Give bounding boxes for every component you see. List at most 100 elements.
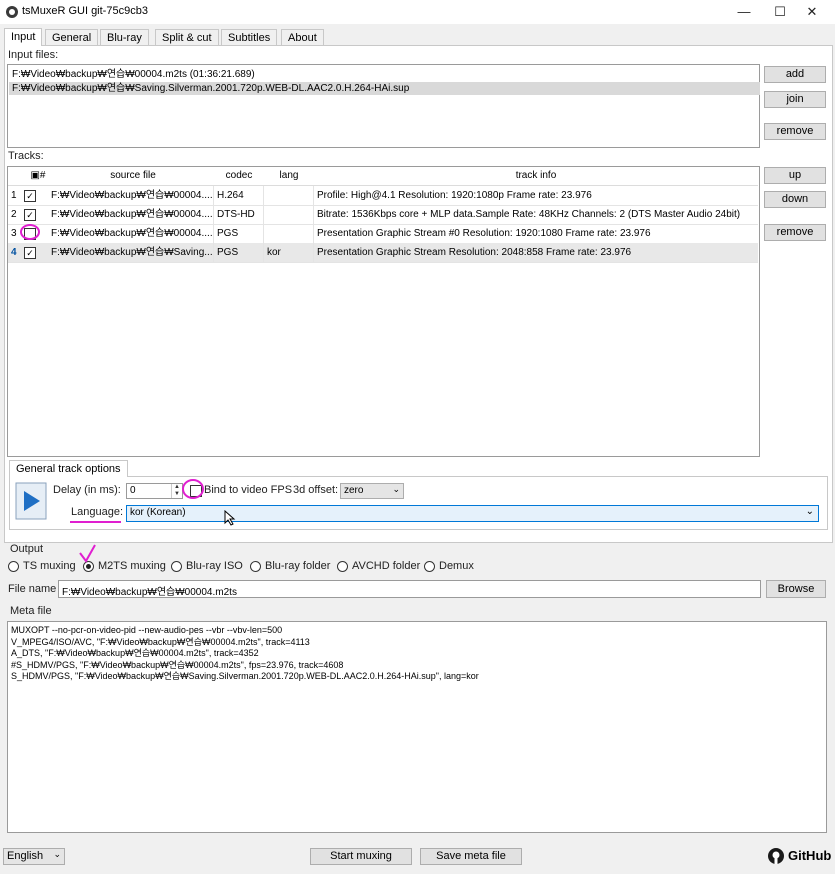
github-link[interactable]: GitHub <box>768 847 832 865</box>
media-file-icon <box>15 482 47 520</box>
delay-input[interactable]: 0 ▲ ▼ <box>126 483 183 499</box>
track-codec: PGS <box>214 224 264 243</box>
file-name-value: F:₩Video₩backup₩연습₩00004.m2ts <box>62 587 237 598</box>
tracks-label: Tracks: <box>8 150 44 162</box>
track-source: F:₩Video₩backup₩연습₩Saving.... <box>48 243 214 262</box>
tab-general-track-options[interactable]: General track options <box>9 460 128 477</box>
meta-line: A_DTS, "F:₩Video₩backup₩연습₩00004.m2ts", … <box>11 648 259 658</box>
start-muxing-button[interactable]: Start muxing <box>310 848 412 865</box>
spinner-arrows-icon[interactable]: ▲ ▼ <box>171 484 182 498</box>
column-header-source[interactable]: source file <box>52 167 215 186</box>
file-name-input[interactable]: F:₩Video₩backup₩연습₩00004.m2ts <box>58 580 761 598</box>
blu-ray-folder-label: Blu-ray folder <box>265 560 331 572</box>
input-files-list[interactable]: F:₩Video₩backup₩연습₩00004.m2ts (01:36:21.… <box>7 64 760 148</box>
add-file-button[interactable]: add <box>764 66 826 83</box>
close-button[interactable]: ✕ <box>789 0 835 24</box>
browse-button[interactable]: Browse <box>766 580 826 598</box>
bind-fps-label: Bind to video FPS <box>204 484 293 496</box>
annotation-checkmark-m2ts <box>79 544 96 563</box>
delay-label: Delay (in ms): <box>53 484 121 496</box>
row-number: 1 <box>11 190 17 201</box>
meta-line: #S_HDMV/PGS, "F:₩Video₩backup₩연습₩00004.m… <box>11 659 344 670</box>
track-up-button[interactable]: up <box>764 167 826 184</box>
remove-file-button[interactable]: remove <box>764 123 826 140</box>
join-file-button[interactable]: join <box>764 91 826 108</box>
offset-select[interactable]: zero ⌄ <box>340 483 404 499</box>
chevron-down-icon: ⌄ <box>392 484 400 494</box>
track-source: F:₩Video₩backup₩연습₩00004.... <box>48 205 214 224</box>
language-value: kor (Korean) <box>130 507 186 518</box>
blu-ray-iso-label: Blu-ray ISO <box>186 560 243 572</box>
title-bar: tsMuxeR GUI git-75c9cb3 — ☐ ✕ <box>0 0 835 24</box>
ts-muxing-radio[interactable] <box>8 561 19 572</box>
column-header-lang[interactable]: lang <box>264 167 315 186</box>
track-remove-button[interactable]: remove <box>764 224 826 241</box>
avchd-folder-label: AVCHD folder <box>352 560 421 572</box>
track-info: Presentation Graphic Stream #0 Resolutio… <box>317 228 651 239</box>
blu-ray-folder-radio[interactable] <box>250 561 261 572</box>
demux-radio[interactable] <box>424 561 435 572</box>
m2ts-muxing-radio[interactable] <box>83 561 94 572</box>
track-options-panel: Delay (in ms): 0 ▲ ▼ Bind to video FPS 3d… <box>9 476 828 530</box>
column-header-codec[interactable]: codec <box>214 167 265 186</box>
save-meta-button[interactable]: Save meta file <box>420 848 522 865</box>
column-header-info[interactable]: track info <box>314 167 758 186</box>
window-title: tsMuxeR GUI git-75c9cb3 <box>22 5 148 17</box>
offset-value: zero <box>344 485 364 496</box>
track-info: Presentation Graphic Stream Resolution: … <box>317 247 632 258</box>
bind-fps-checkbox[interactable] <box>190 485 202 497</box>
input-file-item[interactable]: F:₩Video₩backup₩연습₩Saving.Silverman.2001… <box>9 82 760 95</box>
tab-input[interactable]: Input <box>4 28 43 46</box>
tab-blu-ray[interactable]: Blu-ray <box>100 29 149 46</box>
chevron-down-icon: ⌄ <box>53 849 61 859</box>
track-source: F:₩Video₩backup₩연습₩00004.... <box>48 224 214 243</box>
input-files-label: Input files: <box>8 49 59 61</box>
ts-muxing-label: TS muxing <box>23 560 76 572</box>
github-label: GitHub <box>788 848 832 863</box>
table-row[interactable]: 1 ✓ F:₩Video₩backup₩연습₩00004.... H.264 P… <box>8 186 758 206</box>
avchd-folder-radio[interactable] <box>337 561 348 572</box>
track-down-button[interactable]: down <box>764 191 826 208</box>
tab-split-cut[interactable]: Split & cut <box>155 29 219 46</box>
demux-label: Demux <box>439 560 474 572</box>
track-codec: PGS <box>214 243 264 262</box>
language-dropdown-value: English <box>7 850 44 862</box>
track-source: F:₩Video₩backup₩연습₩00004.... <box>48 186 214 205</box>
row-number: 3 <box>11 228 17 239</box>
track-checkbox[interactable]: ✓ <box>24 247 36 259</box>
track-checkbox[interactable] <box>24 228 36 240</box>
track-lang: kor <box>264 243 314 262</box>
m2ts-muxing-label: M2TS muxing <box>98 560 166 572</box>
table-row[interactable]: 3 F:₩Video₩backup₩연습₩00004.... PGS Prese… <box>8 224 758 244</box>
track-info: Profile: High@4.1 Resolution: 1920:1080p… <box>317 190 592 201</box>
track-lang <box>264 224 314 243</box>
track-checkbox[interactable]: ✓ <box>24 209 36 221</box>
output-label: Output <box>10 543 44 555</box>
file-name-label: File name <box>8 583 57 595</box>
language-dropdown[interactable]: English ⌄ <box>3 848 65 865</box>
delay-value: 0 <box>130 485 136 496</box>
meta-file-textarea[interactable]: MUXOPT --no-pcr-on-video-pid --new-audio… <box>7 621 827 833</box>
meta-line: V_MPEG4/ISO/AVC, "F:₩Video₩backup₩연습₩000… <box>11 636 310 647</box>
column-header-check[interactable]: ▣# <box>24 167 53 186</box>
table-row-selected[interactable]: 4 ✓ F:₩Video₩backup₩연습₩Saving.... PGS ko… <box>8 243 758 263</box>
mouse-cursor-icon <box>224 510 236 526</box>
track-codec: H.264 <box>214 186 264 205</box>
track-lang <box>264 186 314 205</box>
input-file-item[interactable]: F:₩Video₩backup₩연습₩00004.m2ts (01:36:21.… <box>9 68 760 81</box>
blu-ray-iso-radio[interactable] <box>171 561 182 572</box>
tab-about[interactable]: About <box>281 29 324 46</box>
tab-subtitles[interactable]: Subtitles <box>221 29 278 46</box>
language-label: Language: <box>71 506 123 518</box>
offset-label: 3d offset: <box>293 484 339 496</box>
meta-line: MUXOPT --no-pcr-on-video-pid --new-audio… <box>11 625 283 635</box>
table-row[interactable]: 2 ✓ F:₩Video₩backup₩연습₩00004.... DTS-HD … <box>8 205 758 225</box>
tracks-table[interactable]: ▣# source file codec lang track info 1 ✓… <box>7 166 760 457</box>
track-codec: DTS-HD <box>214 205 264 224</box>
track-checkbox[interactable]: ✓ <box>24 190 36 202</box>
track-lang <box>264 205 314 224</box>
row-number: 4 <box>11 247 17 258</box>
tab-general[interactable]: General <box>45 29 99 46</box>
meta-line: S_HDMV/PGS, "F:₩Video₩backup₩연습₩Saving.S… <box>11 671 479 681</box>
row-number: 2 <box>11 209 17 220</box>
